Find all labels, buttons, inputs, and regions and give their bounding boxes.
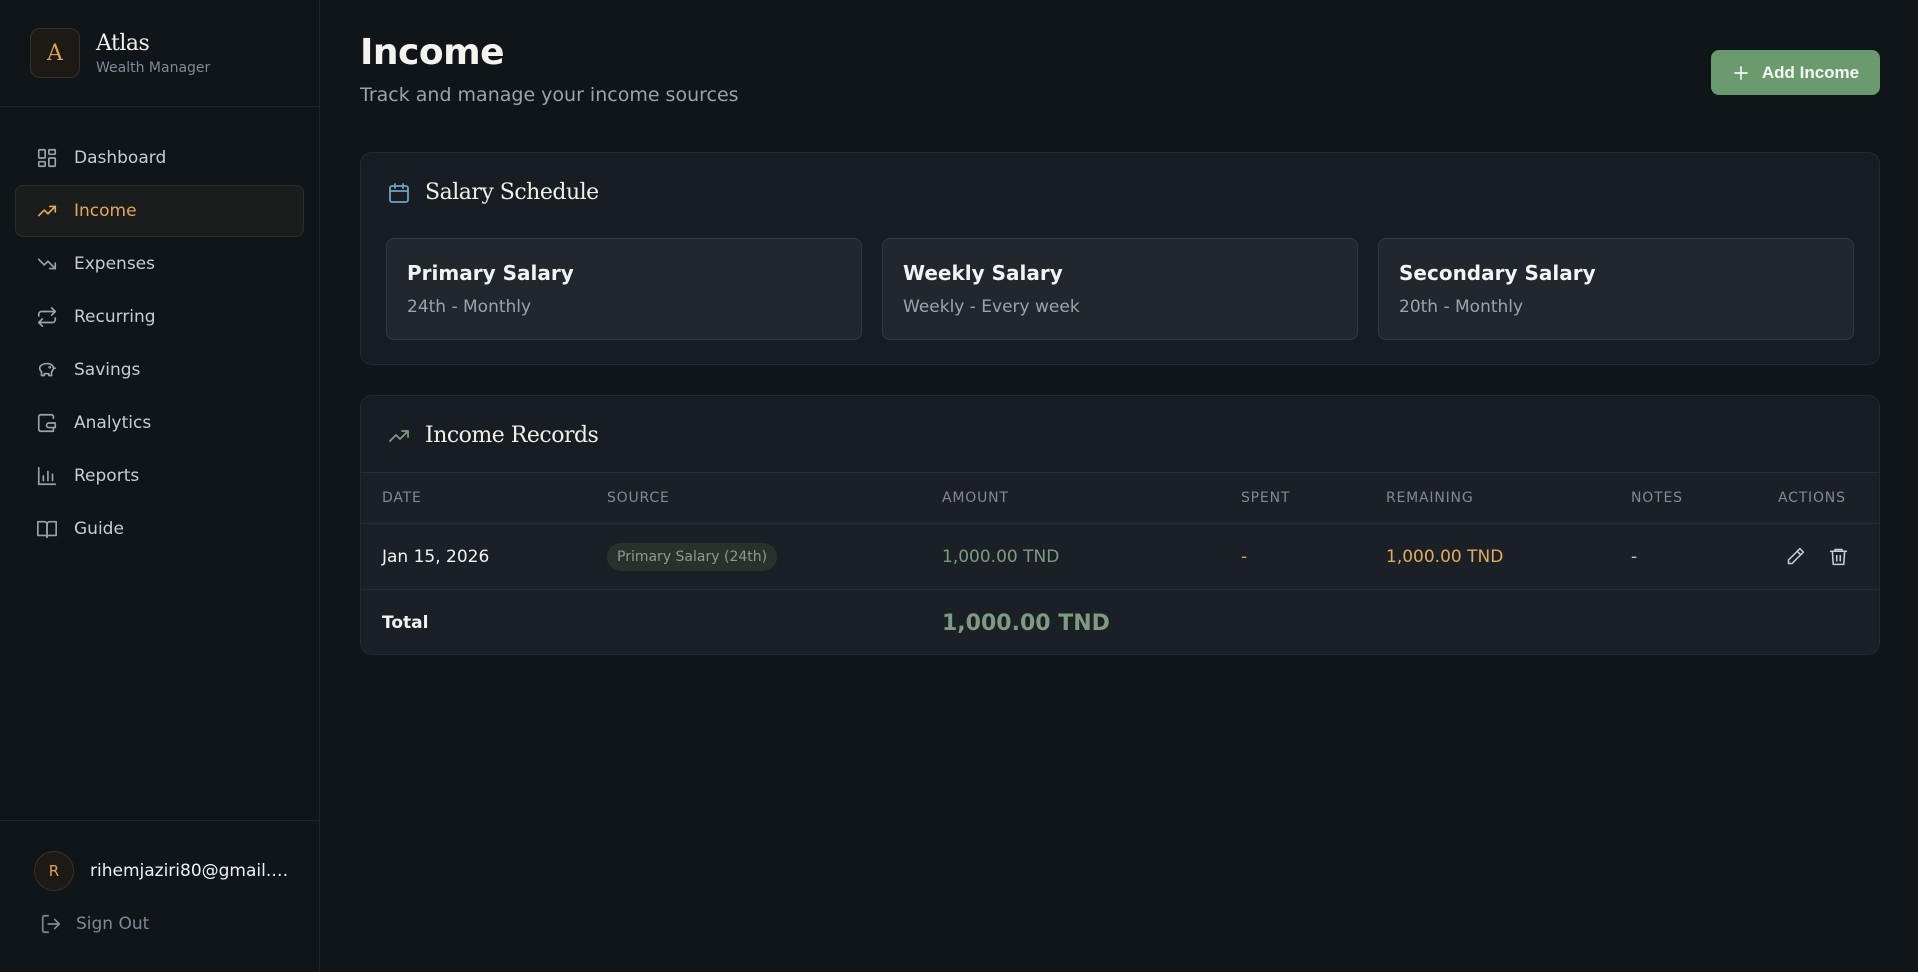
salary-schedule-title: Salary Schedule: [387, 180, 599, 205]
column-header-spent[interactable]: SPENT: [1241, 490, 1290, 506]
salary-card-primary[interactable]: Primary Salary 24th - Monthly: [386, 238, 862, 340]
salary-name: Secondary Salary: [1399, 261, 1596, 285]
salary-name: Primary Salary: [407, 261, 574, 285]
sidebar-item-label: Analytics: [74, 413, 152, 433]
column-header-amount[interactable]: AMOUNT: [942, 490, 1009, 506]
bar-chart-icon: [37, 466, 57, 486]
brand-logo: A: [30, 28, 80, 78]
sign-out-label: Sign Out: [76, 914, 150, 934]
column-header-date[interactable]: DATE: [382, 490, 422, 506]
user-profile[interactable]: R rihemjaziri80@gmail.com: [0, 821, 319, 891]
source-badge: Primary Salary (24th): [607, 542, 778, 571]
piggy-bank-icon: [38, 362, 57, 377]
salary-detail: 24th - Monthly: [407, 297, 532, 317]
trending-up-icon: [389, 429, 409, 442]
sidebar: A Atlas Wealth Manager Dashboard Income …: [0, 0, 320, 972]
page-header: Income Track and manage your income sour…: [360, 0, 1880, 152]
column-header-notes[interactable]: NOTES: [1631, 490, 1683, 506]
log-out-icon: [41, 914, 61, 934]
user-email: rihemjaziri80@gmail.com: [90, 861, 290, 881]
sidebar-item-label: Expenses: [74, 254, 155, 274]
page-subtitle: Track and manage your income sources: [360, 84, 739, 106]
salary-card-secondary[interactable]: Secondary Salary 20th - Monthly: [1378, 238, 1854, 340]
column-header-remaining[interactable]: REMAINING: [1386, 490, 1473, 506]
card-title-text: Income Records: [425, 423, 599, 448]
row-amount: 1,000.00 TND: [942, 546, 1060, 567]
card-title-text: Salary Schedule: [425, 180, 599, 205]
brand: A Atlas Wealth Manager: [0, 0, 319, 107]
sidebar-item-label: Guide: [74, 519, 124, 539]
layout-grid-icon: [37, 148, 57, 168]
column-header-source[interactable]: SOURCE: [607, 490, 670, 506]
table-header-row: DATE SOURCE AMOUNT SPENT REMAINING NOTES…: [361, 473, 1879, 524]
sidebar-item-label: Savings: [74, 360, 141, 380]
row-notes: -: [1631, 546, 1638, 567]
total-label: Total: [382, 613, 429, 633]
sidebar-item-analytics[interactable]: Analytics: [15, 397, 304, 449]
trending-up-icon: [37, 205, 57, 217]
avatar: R: [34, 851, 74, 891]
salary-grid: Primary Salary 24th - Monthly Weekly Sal…: [386, 238, 1854, 340]
repeat-icon: [37, 307, 57, 327]
income-records-card: Income Records DATE SOURCE AMOUNT SPENT …: [360, 395, 1880, 655]
edit-pencil-icon[interactable]: [1785, 546, 1806, 567]
column-header-actions: ACTIONS: [1778, 490, 1846, 506]
row-remaining: 1,000.00 TND: [1386, 546, 1504, 567]
page-title: Income: [360, 32, 505, 73]
row-date: Jan 15, 2026: [382, 546, 490, 567]
salary-schedule-card: Salary Schedule Primary Salary 24th - Mo…: [360, 152, 1880, 365]
sidebar-item-recurring[interactable]: Recurring: [15, 291, 304, 343]
trash-icon[interactable]: [1828, 546, 1849, 567]
brand-subtitle: Wealth Manager: [96, 59, 211, 76]
calendar-icon: [389, 182, 409, 203]
salary-name: Weekly Salary: [903, 261, 1063, 285]
sidebar-item-guide[interactable]: Guide: [15, 503, 304, 555]
total-value: 1,000.00 TND: [942, 610, 1110, 636]
sidebar-item-dashboard[interactable]: Dashboard: [15, 132, 304, 184]
book-icon: [37, 520, 57, 539]
salary-detail: Weekly - Every week: [903, 297, 1080, 317]
sidebar-item-label: Income: [74, 201, 137, 221]
sidebar-footer: R rihemjaziri80@gmail.com Sign Out: [0, 820, 319, 972]
income-records-title: Income Records: [387, 423, 599, 448]
table-row[interactable]: Jan 15, 2026 Primary Salary (24th) 1,000…: [361, 524, 1879, 590]
sidebar-item-income[interactable]: Income: [15, 185, 304, 237]
add-income-label: Add Income: [1761, 62, 1860, 82]
plus-icon: [1734, 65, 1748, 80]
sidebar-item-expenses[interactable]: Expenses: [15, 238, 304, 290]
sidebar-item-label: Recurring: [74, 307, 156, 327]
salary-card-weekly[interactable]: Weekly Salary Weekly - Every week: [882, 238, 1358, 340]
trending-down-icon: [37, 258, 57, 270]
main-content: Income Track and manage your income sour…: [360, 0, 1880, 655]
sign-out-button[interactable]: Sign Out: [0, 891, 319, 935]
sidebar-item-label: Reports: [74, 466, 140, 486]
brand-name: Atlas: [96, 30, 150, 56]
sidebar-item-reports[interactable]: Reports: [15, 450, 304, 502]
row-spent: -: [1241, 546, 1248, 567]
wallet-icon: [37, 413, 57, 433]
add-income-button[interactable]: Add Income: [1711, 50, 1880, 95]
sidebar-item-savings[interactable]: Savings: [15, 344, 304, 396]
income-table: DATE SOURCE AMOUNT SPENT REMAINING NOTES…: [361, 472, 1879, 654]
table-total-row: Total 1,000.00 TND: [361, 590, 1879, 656]
salary-detail: 20th - Monthly: [1399, 297, 1524, 317]
sidebar-nav: Dashboard Income Expenses Recurring Savi…: [0, 107, 319, 555]
row-actions: [1785, 546, 1849, 567]
sidebar-item-label: Dashboard: [74, 148, 167, 168]
